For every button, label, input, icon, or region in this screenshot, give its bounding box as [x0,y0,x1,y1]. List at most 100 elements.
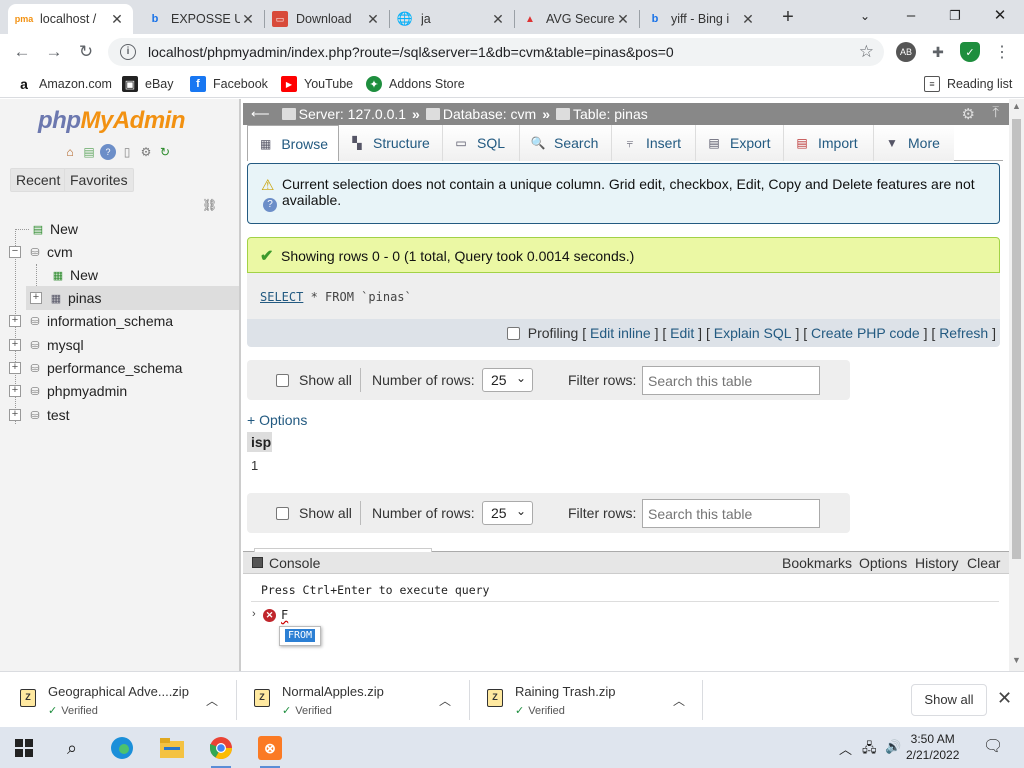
maximize-button[interactable]: ❐ [940,4,970,28]
extensions-puzzle-icon[interactable]: ✚ [928,42,948,62]
close-tab-icon[interactable]: ✕ [490,11,506,28]
console-clear-link[interactable]: Clear [967,555,1000,571]
breadcrumb-database[interactable]: Database: cvm [425,106,536,122]
collapse-nav-arrow-icon[interactable]: ⟵ [251,106,270,122]
filter-rows-input[interactable]: Search this table [642,366,820,395]
tab-browse[interactable]: ▦ Browse [247,125,339,161]
system-clock[interactable]: 3:50 AM 2/21/2022 [906,731,959,763]
tab-export[interactable]: ▤ Export [696,125,784,161]
edit-link[interactable]: Edit [670,325,694,341]
scroll-down-icon[interactable]: ▼ [1009,655,1024,665]
bookmark-youtube[interactable]: ▶ YouTube [281,75,353,93]
help-icon[interactable]: ? [100,144,116,160]
new-tab-button[interactable]: + [776,6,800,30]
options-link[interactable]: + Options [247,412,307,428]
edit-inline-link[interactable]: Edit inline [590,325,651,341]
tree-item-pinas[interactable]: + ▦ pinas [30,287,101,309]
breadcrumb-table[interactable]: Table: pinas [556,106,648,122]
expand-toggle[interactable]: + [9,409,21,421]
reload-button[interactable]: ↻ [74,40,98,64]
info-icon[interactable]: i [120,44,136,60]
nav-tab-favorites[interactable]: Favorites [64,168,134,192]
tree-item-information-schema[interactable]: + ⛁ information_schema [9,310,173,332]
bookmark-ebay[interactable]: ▣ eBay [122,75,174,93]
tray-chevron-up-icon[interactable]: ︿ [839,739,852,758]
tab-avg[interactable]: ▲ AVG Secure ✕ [514,4,639,34]
console-title[interactable]: Console [269,555,320,571]
chevron-up-icon[interactable]: ︿ [673,692,685,709]
network-icon[interactable]: 🖧 [862,739,877,761]
console-bookmarks-link[interactable]: Bookmarks [782,555,852,571]
chevron-up-icon[interactable]: ︿ [439,692,451,709]
notifications-icon[interactable]: 🗨 [983,736,1003,756]
url-text[interactable]: localhost/phpmyadmin/index.php?route=/sq… [148,44,859,60]
minimize-button[interactable]: – [896,4,926,28]
tab-download[interactable]: ▭ Download ✕ [264,4,389,34]
expand-toggle[interactable]: + [30,292,42,304]
tab-yiff[interactable]: b yiff - Bing i ✕ [639,4,764,34]
expand-toggle[interactable]: + [9,362,21,374]
reading-list-button[interactable]: ≡ Reading list [924,75,1012,93]
nav-tab-recent[interactable]: Recent [10,168,67,192]
bookmark-amazon[interactable]: a Amazon.com [16,75,112,93]
tab-expose[interactable]: b EXPOSSE U ✕ [139,4,264,34]
download-item[interactable]: Z NormalApples.zip ✓ Verified ︿ [254,672,469,728]
expand-toggle[interactable]: + [9,315,21,327]
close-tab-icon[interactable]: ✕ [365,11,381,28]
filter-rows-input[interactable]: Search this table [642,499,820,528]
tree-item-phpmyadmin[interactable]: + ⛁ phpmyadmin [9,380,127,402]
tree-item-new[interactable]: ▤ New [30,218,78,240]
tab-import[interactable]: ▤ Import [784,125,874,161]
link-chain-icon[interactable]: ⛓ [202,198,217,212]
tree-item-new-table[interactable]: ▦ New [50,264,98,286]
tab-ja[interactable]: 🌐 ja ✕ [389,4,514,34]
home-icon[interactable]: ⌂ [62,144,78,160]
adblock-extension-icon[interactable]: AB [896,42,916,62]
tab-localhost[interactable]: pma localhost / ✕ [8,4,133,34]
logout-icon[interactable]: ▤ [81,144,97,160]
settings-gear-icon[interactable]: ⚙ [962,105,975,123]
tree-item-performance-schema[interactable]: + ⛁ performance_schema [9,357,182,379]
scroll-up-icon[interactable]: ▲ [1009,101,1024,111]
expand-toggle[interactable]: + [9,385,21,397]
address-bar[interactable]: i localhost/phpmyadmin/index.php?route=/… [108,38,884,66]
show-all-downloads-button[interactable]: Show all [911,684,987,716]
docs-icon[interactable]: ▯ [119,144,135,160]
settings-gear-icon[interactable]: ⚙ [138,144,154,160]
expand-toggle[interactable]: + [9,339,21,351]
breadcrumb-server[interactable]: Server: 127.0.0.1 [281,106,406,122]
rows-per-page-select[interactable]: 25 ⌄ [482,368,533,392]
tab-search[interactable]: 🔍 Search [520,125,612,161]
console-input[interactable]: F [281,608,288,622]
close-tab-icon[interactable]: ✕ [740,11,756,28]
autocomplete-suggestion[interactable]: FROM [285,629,316,642]
xampp-icon[interactable]: ⊗ [255,733,285,768]
explain-sql-link[interactable]: Explain SQL [714,325,792,341]
download-item[interactable]: Z Geographical Adve....zip ✓ Verified ︿ [20,672,235,728]
forward-button[interactable]: → [42,40,66,64]
tab-sql[interactable]: ▭ SQL [443,125,520,161]
rows-per-page-select[interactable]: 25 ⌄ [482,501,533,525]
bookmark-facebook[interactable]: f Facebook [190,75,268,93]
close-tab-icon[interactable]: ✕ [240,11,256,28]
file-explorer-icon[interactable] [157,733,187,763]
phpmyadmin-logo[interactable]: phpMyAdmin [38,107,185,135]
close-window-button[interactable]: ✕ [985,4,1015,28]
collapse-toggle[interactable]: − [9,246,21,258]
edge-icon[interactable] [107,733,137,763]
menu-kebab-icon[interactable]: ⋮ [992,42,1012,62]
close-tab-icon[interactable]: ✕ [109,11,125,28]
show-all-checkbox[interactable] [276,507,289,520]
tab-insert[interactable]: ⫧ Insert [612,125,696,161]
show-all-checkbox[interactable] [276,374,289,387]
tree-item-mysql[interactable]: + ⛁ mysql [9,334,84,356]
close-icon[interactable]: ✕ [997,688,1012,709]
column-header-isp[interactable]: isp [247,432,272,452]
chrome-icon[interactable] [206,733,236,768]
bookmark-star-icon[interactable]: ☆ [859,42,874,62]
tab-structure[interactable]: ▚ Structure [339,125,443,161]
windows-start-icon[interactable] [9,733,39,763]
volume-icon[interactable]: 🔊 [885,739,901,755]
profiling-checkbox[interactable] [506,326,520,340]
console-history-link[interactable]: History [915,555,959,571]
